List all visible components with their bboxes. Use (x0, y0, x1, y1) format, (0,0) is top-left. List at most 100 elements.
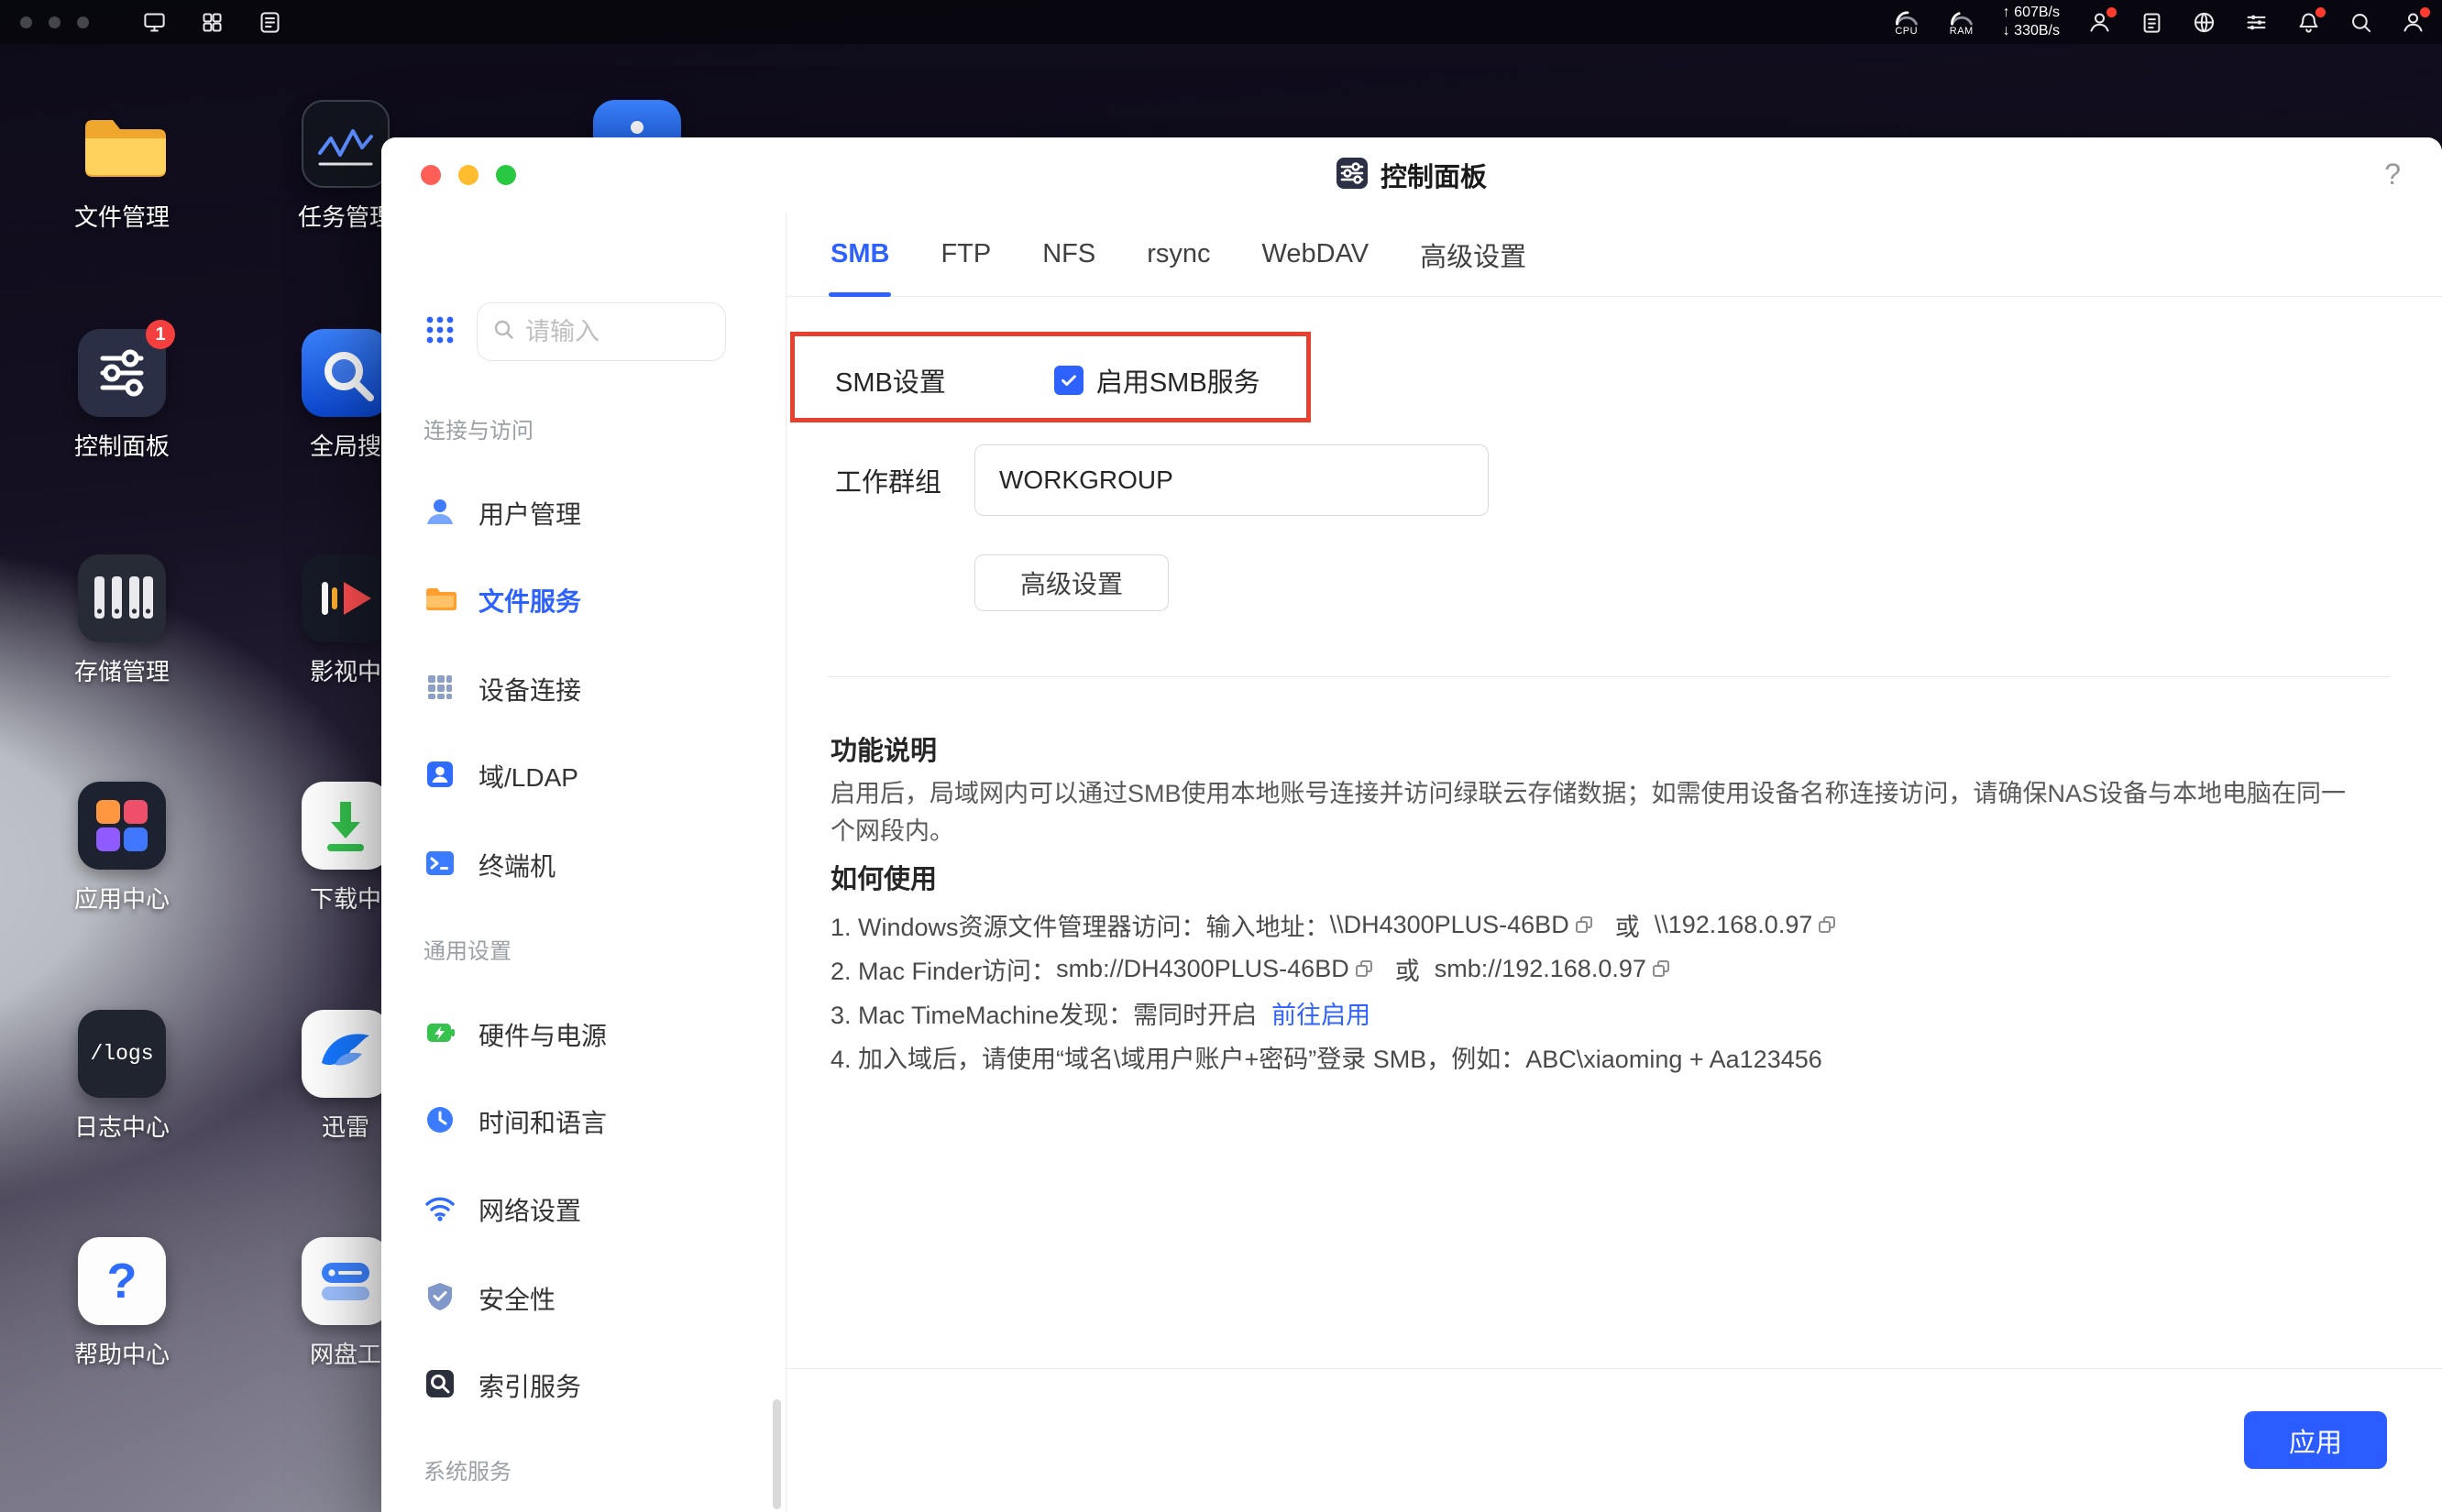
help-button[interactable]: ? (2384, 158, 2401, 192)
howto-or: 或 (1614, 914, 1640, 941)
account-icon[interactable] (2401, 6, 2430, 35)
storage-manager-icon (78, 554, 166, 642)
user-status-icon[interactable] (2087, 6, 2117, 35)
notification-dot (2420, 6, 2430, 17)
close-button[interactable] (421, 165, 441, 185)
netdisk-icon (302, 1237, 390, 1325)
thunder-icon (302, 1010, 390, 1098)
maximize-button[interactable] (496, 165, 516, 185)
sidebar-item-label: 设备连接 (478, 676, 582, 705)
notification-dot (2316, 6, 2326, 17)
tab-ftp[interactable]: FTP (940, 213, 991, 297)
desktop-icon-log-center[interactable]: /logs 日志中心 (39, 1010, 204, 1143)
advanced-settings-button[interactable]: 高级设置 (974, 554, 1169, 611)
howto-text: 1. Windows资源文件管理器访问：输入地址： (830, 914, 1330, 941)
menubar-status: CPU RAM ↑ 607B/s ↓ 330B/s (1893, 0, 2430, 44)
howto-line-3: 3. Mac TimeMachine发现：需同时开启 前往启用 (830, 995, 2369, 1031)
clipboard-icon[interactable] (2140, 10, 2164, 35)
clock-icon (424, 1103, 456, 1141)
sidebar-item-security[interactable]: 安全性 (381, 1255, 776, 1342)
minimize-button[interactable] (458, 165, 478, 185)
tab-webdav[interactable]: WebDAV (1262, 213, 1370, 297)
sidebar-item-index-service[interactable]: 索引服务 (381, 1342, 776, 1430)
sidebar-scrollbar[interactable] (773, 1399, 781, 1509)
sidebar-item-time-language[interactable]: 时间和语言 (381, 1078, 776, 1166)
sidebar-item-label: 域/LDAP (478, 763, 578, 792)
sidebar-item-network-settings[interactable]: 网络设置 (381, 1166, 776, 1254)
sidebar-item-file-service[interactable]: 文件服务 (381, 556, 776, 644)
sidebar-search[interactable] (477, 302, 726, 361)
sidebar-item-user-management[interactable]: 用户管理 (381, 469, 776, 557)
ram-gauge[interactable]: RAM (1948, 8, 1975, 37)
sidebar-item-hardware-power[interactable]: 硬件与电源 (381, 991, 776, 1079)
copy-icon[interactable] (1574, 915, 1595, 936)
copy-icon[interactable] (1651, 959, 1672, 980)
task-list-icon[interactable] (258, 10, 282, 35)
bell-icon[interactable] (2296, 6, 2326, 35)
device-grid-icon (424, 671, 456, 708)
sidebar-top (424, 302, 726, 361)
enable-smb-checkbox[interactable] (1053, 366, 1084, 395)
log-center-icon: /logs (78, 1010, 166, 1098)
download-center-icon (302, 782, 390, 870)
wifi-icon (424, 1191, 456, 1229)
divider (828, 676, 2391, 677)
desktop-icon-label: 控制面板 (73, 433, 170, 460)
smb-panel: SMB设置 启用SMB服务 工作群组 高级设置 功能说明 启用后，局域网内可以通… (786, 297, 2442, 1368)
howto-text: 2. Mac Finder访问： (830, 958, 1057, 985)
menubar: CPU RAM ↑ 607B/s ↓ 330B/s (0, 0, 2442, 44)
sidebar-item-label: 文件服务 (478, 587, 582, 616)
apply-button[interactable]: 应用 (2244, 1411, 2387, 1469)
desktop-icon-file-manager[interactable]: 文件管理 (39, 100, 204, 233)
window-title: 控制面板 (1380, 163, 1487, 192)
globe-icon[interactable] (2192, 10, 2216, 35)
shield-icon (424, 1280, 456, 1318)
howto-text: 4. 加入域后，请使用“域名\域用户账户+密码”登录 SMB，例如：ABC\xi… (830, 1046, 1822, 1073)
search-input[interactable] (525, 317, 690, 346)
copy-icon[interactable] (1354, 959, 1375, 980)
copy-icon[interactable] (1817, 915, 1838, 936)
feature-title: 功能说明 (830, 737, 938, 766)
settings-content: SMB FTP NFS rsync WebDAV 高级设置 SMB设置 启用SM… (786, 213, 2442, 1512)
workgroup-row: 工作群组 (835, 444, 1489, 516)
sidebar-item-label: 索引服务 (478, 1373, 582, 1401)
desktop-icon-help-center[interactable]: ? 帮助中心 (39, 1237, 204, 1370)
smb-address: smb://192.168.0.97 (1434, 955, 1646, 982)
tab-rsync[interactable]: rsync (1147, 213, 1210, 297)
cpu-gauge[interactable]: CPU (1893, 8, 1920, 37)
search-icon[interactable] (2348, 10, 2373, 35)
battery-icon (424, 1016, 456, 1054)
desktop-icon-storage-manager[interactable]: 存储管理 (39, 554, 204, 687)
window-dot (49, 16, 60, 28)
window-title-group: 控制面板 (1336, 156, 1487, 194)
desktop-icon-control-panel[interactable]: 1 控制面板 (39, 320, 204, 462)
sliders-icon[interactable] (2244, 10, 2269, 35)
tab-bar: SMB FTP NFS rsync WebDAV 高级设置 (786, 213, 2442, 297)
smb-address: smb://DH4300PLUS-46BD (1056, 955, 1349, 982)
tab-nfs[interactable]: NFS (1042, 213, 1095, 297)
go-enable-link[interactable]: 前往启用 (1271, 995, 1370, 1031)
app-grid-icon[interactable] (200, 10, 225, 35)
notification-dot (2106, 6, 2117, 17)
sidebar-item-label: 终端机 (478, 852, 556, 881)
apps-grid-icon[interactable] (424, 313, 456, 351)
task-manager-icon (302, 100, 390, 188)
feature-text: 启用后，局域网内可以通过SMB使用本地账号连接并访问绿联云存储数据；如需使用设备… (830, 780, 2347, 845)
sidebar-item-terminal[interactable]: 终端机 (381, 821, 776, 909)
ram-gauge-label: RAM (1949, 25, 1974, 37)
sidebar-item-domain-ldap[interactable]: 域/LDAP (381, 732, 776, 820)
tab-smb[interactable]: SMB (828, 213, 892, 297)
desktop-icon-app-center[interactable]: 应用中心 (39, 782, 204, 915)
sidebar-item-label: 安全性 (478, 1286, 556, 1314)
display-icon[interactable] (142, 10, 167, 35)
sidebar-item-device-connect[interactable]: 设备连接 (381, 645, 776, 733)
workgroup-input[interactable] (974, 444, 1489, 516)
menubar-shortcuts (142, 10, 282, 35)
network-speed[interactable]: ↑ 607B/s ↓ 330B/s (2003, 4, 2060, 40)
tab-advanced[interactable]: 高级设置 (1420, 213, 1526, 297)
user-icon (424, 495, 456, 532)
sidebar-item-label: 时间和语言 (478, 1109, 608, 1137)
control-panel-window: 控制面板 ? 连接与访问 (381, 137, 2442, 1512)
howto-title: 如何使用 (830, 865, 938, 894)
smb-address: \\192.168.0.97 (1654, 911, 1813, 938)
